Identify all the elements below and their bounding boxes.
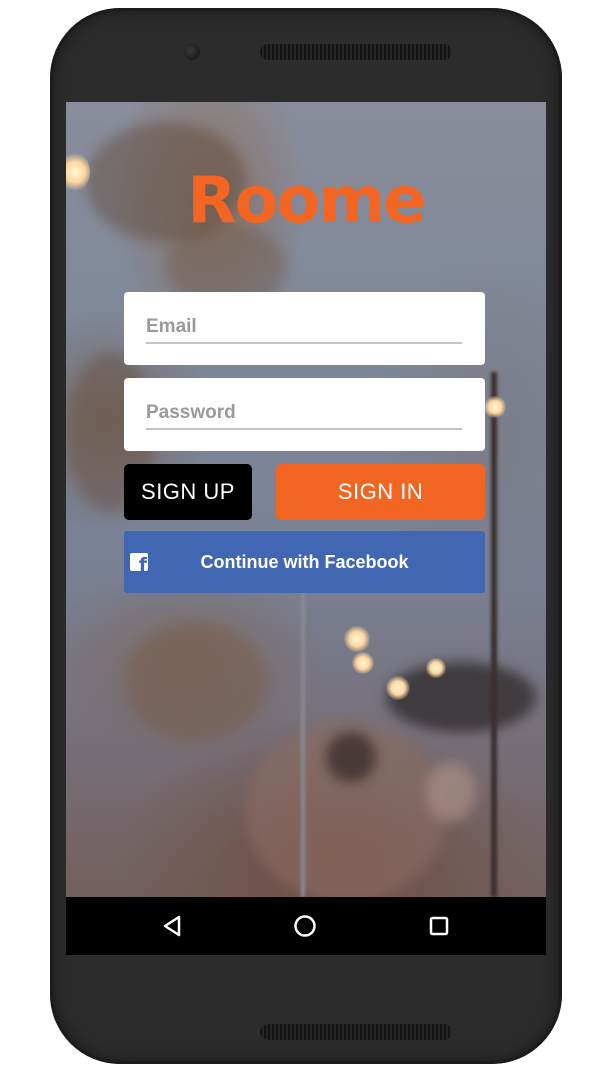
phone-screen: Roome SIGN UP SIGN IN f Continue with Fa… <box>66 102 546 955</box>
password-input[interactable] <box>146 398 462 430</box>
password-card <box>124 378 485 451</box>
email-card <box>124 292 485 365</box>
email-input[interactable] <box>146 312 462 344</box>
back-triangle-icon[interactable] <box>154 909 190 943</box>
bottom-speaker <box>260 1024 452 1040</box>
facebook-button-label: Continue with Facebook <box>200 551 409 572</box>
recents-square-icon[interactable] <box>421 909 457 943</box>
front-camera <box>184 44 200 60</box>
sign-up-button[interactable]: SIGN UP <box>124 464 252 520</box>
facebook-login-button[interactable]: f Continue with Facebook <box>124 531 485 593</box>
sign-in-button[interactable]: SIGN IN <box>276 464 485 520</box>
app-logo: Roome <box>187 164 426 238</box>
android-navigation-bar <box>66 897 546 955</box>
top-speaker <box>260 44 452 60</box>
home-circle-icon[interactable] <box>287 909 323 943</box>
